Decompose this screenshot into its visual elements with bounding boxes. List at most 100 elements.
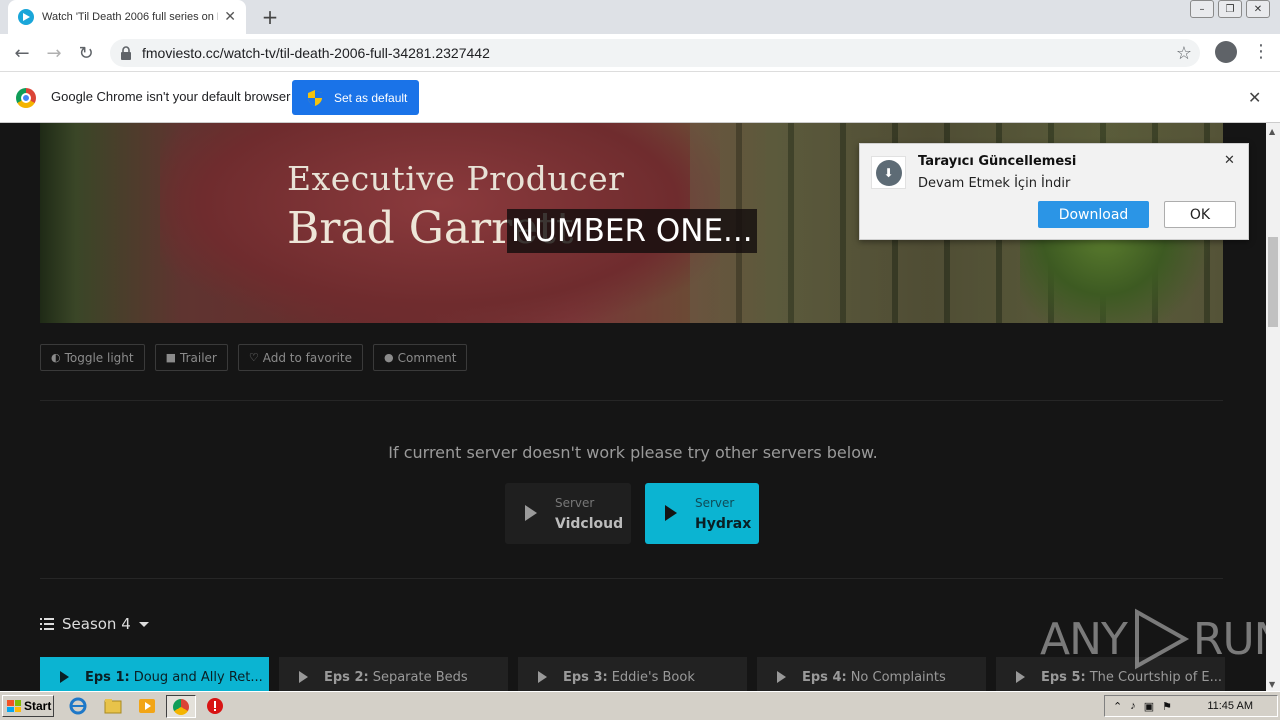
chrome-menu-icon[interactable]: ⋮	[1252, 42, 1270, 62]
episode-title: Separate Beds	[372, 669, 468, 685]
window-controls: – ❐ ✕	[1186, 0, 1270, 18]
tray-expand-icon[interactable]: ⌃	[1113, 700, 1122, 713]
browser-tab[interactable]: Watch 'Til Death 2006 full series on F ✕	[8, 0, 246, 34]
forward-icon[interactable]: →	[42, 41, 66, 65]
account-icon[interactable]	[1215, 41, 1237, 63]
folder-icon[interactable]	[103, 697, 123, 715]
watermark-right: RUN	[1192, 613, 1266, 665]
page-scrollbar[interactable]: ▲ ▼	[1266, 123, 1280, 691]
server-label: Server	[555, 496, 595, 510]
episode-item[interactable]: Eps 1: Doug and Ally Ret...	[40, 657, 269, 691]
network-icon[interactable]: ▣	[1144, 700, 1154, 713]
start-button[interactable]: Start	[2, 695, 54, 717]
chrome-icon	[173, 699, 189, 715]
episode-number: Eps 1:	[85, 669, 130, 685]
server-note: If current server doesn't work please tr…	[388, 443, 878, 462]
scroll-thumb[interactable]	[1268, 237, 1278, 327]
video-camera-icon: ■	[165, 351, 177, 364]
toggle-light-button[interactable]: ◐ Toggle light	[40, 344, 145, 371]
infobar-close-icon[interactable]: ✕	[1248, 88, 1261, 107]
windows-logo-icon	[7, 700, 21, 712]
uac-shield-icon	[308, 89, 322, 106]
play-icon	[60, 671, 69, 683]
episode-title: Doug and Ally Ret...	[133, 669, 263, 685]
update-popup: ⬇ Tarayıcı Güncellemesi Devam Etmek İçin…	[859, 143, 1249, 240]
start-label: Start	[24, 699, 52, 713]
taskbar: Start ⌃ ♪ ▣ ⚑ 11:45 AM	[0, 691, 1280, 720]
toggle-light-label: Toggle light	[64, 350, 134, 365]
video-actions: ◐ Toggle light ■ Trailer ♡ Add to favori…	[40, 344, 477, 371]
infobar-message: Google Chrome isn't your default browser	[51, 89, 291, 104]
episode-title: No Complaints	[850, 669, 946, 685]
browser-toolbar: ← → ↻ fmoviesto.cc/watch-tv/til-death-20…	[0, 34, 1280, 72]
episode-number: Eps 5:	[1041, 669, 1086, 685]
divider	[40, 578, 1223, 579]
server-name: Hydrax	[695, 516, 752, 532]
comment-icon: ●	[384, 351, 394, 364]
chevron-down-icon	[138, 621, 149, 627]
play-icon	[665, 505, 677, 521]
action-center-flag-icon[interactable]: ⚑	[1162, 700, 1172, 713]
half-circle-icon: ◐	[51, 351, 61, 364]
play-icon	[299, 671, 308, 683]
tab-title: Watch 'Til Death 2006 full series on F	[42, 11, 219, 23]
trailer-label: Trailer	[180, 350, 217, 365]
url-text: fmoviesto.cc/watch-tv/til-death-2006-ful…	[142, 45, 490, 61]
popup-icon-frame: ⬇	[871, 156, 906, 189]
trailer-button[interactable]: ■ Trailer	[154, 344, 228, 371]
reload-icon[interactable]: ↻	[74, 41, 98, 65]
episode-title: The Courtship of E...	[1089, 669, 1223, 685]
season-label: Season 4	[62, 615, 131, 633]
divider	[40, 400, 1223, 401]
address-bar[interactable]: fmoviesto.cc/watch-tv/til-death-2006-ful…	[110, 39, 1200, 67]
volume-icon[interactable]: ♪	[1130, 700, 1136, 712]
heart-icon: ♡	[248, 351, 259, 364]
chrome-taskbar-button[interactable]	[166, 695, 196, 718]
popup-close-icon[interactable]: ✕	[1224, 153, 1235, 168]
set-as-default-button[interactable]: Set as default	[292, 80, 419, 115]
video-subtitle: NUMBER ONE...	[507, 209, 757, 253]
tab-close-icon[interactable]: ✕	[224, 9, 236, 25]
internet-explorer-icon[interactable]	[68, 697, 88, 715]
popup-message: Devam Etmek İçin İndir	[918, 176, 1071, 191]
comment-label: Comment	[397, 350, 457, 365]
server-hydrax-button[interactable]: Server Hydrax	[645, 483, 759, 544]
download-button[interactable]: Download	[1038, 201, 1149, 228]
new-tab-icon[interactable]: +	[258, 5, 282, 29]
media-player-icon[interactable]	[137, 697, 157, 715]
set-as-default-label: Set as default	[334, 90, 408, 105]
lock-icon	[121, 46, 131, 60]
system-tray: ⌃ ♪ ▣ ⚑ 11:45 AM	[1104, 695, 1278, 717]
watermark-play-icon	[1134, 608, 1189, 670]
episode-number: Eps 4:	[802, 669, 847, 685]
stop-icon[interactable]	[205, 697, 225, 715]
server-name: Vidcloud	[555, 516, 624, 532]
video-credit-title: Executive Producer	[287, 159, 625, 198]
play-icon	[777, 671, 786, 683]
server-vidcloud-button[interactable]: Server Vidcloud	[505, 483, 631, 544]
episode-number: Eps 2:	[324, 669, 369, 685]
episode-item[interactable]: Eps 4: No Complaints	[757, 657, 986, 691]
episode-item[interactable]: Eps 2: Separate Beds	[279, 657, 508, 691]
bookmark-star-icon[interactable]: ☆	[1176, 43, 1192, 64]
play-icon	[538, 671, 547, 683]
comment-button[interactable]: ● Comment	[373, 344, 468, 371]
tab-strip: Watch 'Til Death 2006 full series on F ✕…	[0, 0, 1280, 34]
site-favicon-icon	[18, 9, 34, 25]
season-dropdown[interactable]: Season 4	[40, 615, 149, 633]
scroll-up-icon[interactable]: ▲	[1269, 127, 1275, 136]
back-icon[interactable]: ←	[10, 41, 34, 65]
default-browser-infobar: Google Chrome isn't your default browser…	[0, 72, 1280, 123]
close-window-icon[interactable]: ✕	[1246, 0, 1270, 18]
ok-button[interactable]: OK	[1164, 201, 1236, 228]
scroll-down-icon[interactable]: ▼	[1269, 680, 1275, 689]
minimize-icon[interactable]: –	[1190, 0, 1214, 18]
add-to-favorite-button[interactable]: ♡ Add to favorite	[237, 344, 364, 371]
clock: 11:45 AM	[1207, 700, 1253, 712]
play-icon	[1016, 671, 1025, 683]
episode-title: Eddie's Book	[611, 669, 695, 685]
restore-icon[interactable]: ❐	[1218, 0, 1242, 18]
episode-number: Eps 3:	[563, 669, 608, 685]
episode-item[interactable]: Eps 3: Eddie's Book	[518, 657, 747, 691]
add-to-favorite-label: Add to favorite	[262, 350, 353, 365]
